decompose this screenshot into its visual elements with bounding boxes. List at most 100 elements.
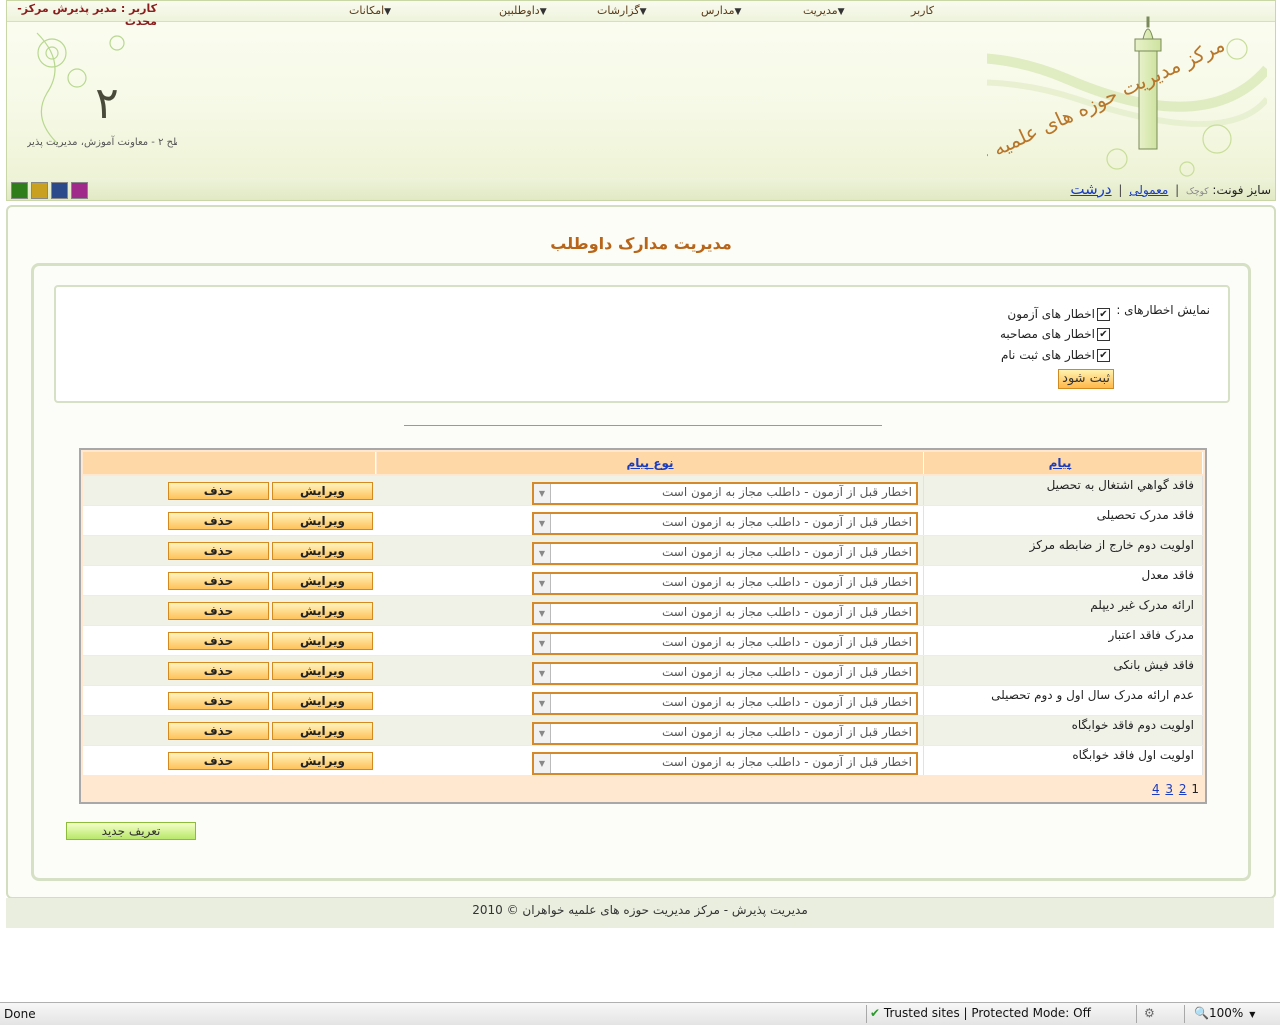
checkbox-checked-icon[interactable]: ✔ <box>1097 308 1110 321</box>
menu-management[interactable]: ▼مدیریت <box>803 4 849 17</box>
page-link-4[interactable]: 4 <box>1152 782 1160 796</box>
message-type-select[interactable]: اخطار قبل از آزمون - داطلب مجاز به ازمون… <box>532 752 918 775</box>
message-type-select[interactable]: اخطار قبل از آزمون - داطلب مجاز به ازمون… <box>532 632 918 655</box>
chevron-down-icon[interactable]: ▼ <box>534 634 551 653</box>
chevron-down-icon[interactable]: ▼ <box>534 754 551 773</box>
edit-button[interactable]: ویرایش <box>272 602 373 620</box>
menu-schools[interactable]: ▼مدارس <box>701 4 745 17</box>
message-type-cell: اخطار قبل از آزمون - داطلب مجاز به ازمون… <box>377 506 924 535</box>
chevron-down-icon[interactable]: ▼ <box>534 544 551 563</box>
checkbox-interview-warnings[interactable]: ✔اخطار های مصاحبه <box>1000 327 1110 341</box>
delete-button[interactable]: حذف <box>168 512 269 530</box>
subtitle-logo-text: سطح ۲ - معاونت آموزش، مدیریت پذیرش <box>27 135 177 148</box>
chevron-down-icon[interactable]: ▼ <box>534 664 551 683</box>
chevron-down-icon[interactable]: ▼ <box>534 514 551 533</box>
content-frame: نمایش اخطارهای : ✔اخطار های آزمون ✔اخطار… <box>31 263 1251 881</box>
edit-button[interactable]: ویرایش <box>272 572 373 590</box>
popup-blocker-icon[interactable]: ⚙ <box>1144 1006 1155 1020</box>
message-type-select[interactable]: اخطار قبل از آزمون - داطلب مجاز به ازمون… <box>532 692 918 715</box>
message-type-select[interactable]: اخطار قبل از آزمون - داطلب مجاز به ازمون… <box>532 482 918 505</box>
edit-button[interactable]: ویرایش <box>272 662 373 680</box>
page-title: مدیریت مدارک داوطلب <box>550 234 732 253</box>
delete-button[interactable]: حذف <box>168 602 269 620</box>
menu-label: گزارشات <box>597 4 640 17</box>
selected-value: اخطار قبل از آزمون - داطلب مجاز به ازمون… <box>662 635 912 649</box>
checkbox-checked-icon[interactable]: ✔ <box>1097 328 1110 341</box>
menu-tools[interactable]: ▼امکانات <box>349 4 395 17</box>
security-zone[interactable]: ✔ Trusted sites | Protected Mode: Off <box>870 1006 1091 1020</box>
page-current: 1 <box>1191 782 1199 796</box>
delete-button[interactable]: حذف <box>168 722 269 740</box>
message-name: فاقد فیش بانکی <box>1113 658 1194 672</box>
chevron-down-icon[interactable]: ▼ <box>534 604 551 623</box>
page-link-3[interactable]: 3 <box>1165 782 1173 796</box>
svg-text:٢: ٢ <box>95 78 119 129</box>
chevron-down-icon[interactable]: ▼ <box>534 574 551 593</box>
font-normal-link[interactable]: معمولی <box>1129 183 1168 197</box>
edit-button[interactable]: ویرایش <box>272 482 373 500</box>
submit-button[interactable]: ثبت شود <box>1058 369 1114 389</box>
menu-reports[interactable]: ▼گزارشات <box>597 4 651 17</box>
theme-swatch-purple[interactable] <box>71 182 88 199</box>
magnifier-icon: 🔍 <box>1194 1006 1209 1020</box>
delete-button[interactable]: حذف <box>168 692 269 710</box>
checkbox-exam-warnings[interactable]: ✔اخطار های آزمون <box>1007 307 1110 321</box>
edit-button[interactable]: ویرایش <box>272 752 373 770</box>
message-type-cell: اخطار قبل از آزمون - داطلب مجاز به ازمون… <box>377 536 924 565</box>
chevron-down-icon[interactable]: ▼ <box>534 484 551 503</box>
message-name: فاقد معدل <box>1141 568 1194 582</box>
footer: مدیریت پذیرش - مرکز مدیریت حوزه های علمی… <box>6 898 1274 928</box>
delete-button[interactable]: حذف <box>168 572 269 590</box>
filter-label: نمایش اخطارهای : <box>1116 303 1210 317</box>
zoom-control[interactable]: 🔍100% ▼ <box>1194 1006 1255 1020</box>
table-row: مدرک فاقد اعتبار اخطار قبل از آزمون - داط… <box>83 626 1203 655</box>
font-small-option[interactable]: کوچک <box>1186 187 1209 197</box>
chevron-down-icon: ▼ <box>837 7 845 17</box>
page-link-2[interactable]: 2 <box>1179 782 1187 796</box>
delete-button[interactable]: حذف <box>168 662 269 680</box>
checkbox-checked-icon[interactable]: ✔ <box>1097 349 1110 362</box>
message-type-select[interactable]: اخطار قبل از آزمون - داطلب مجاز به ازمون… <box>532 542 918 565</box>
message-name: اولویت دوم فاقد خوابگاه <box>1071 718 1194 732</box>
edit-button[interactable]: ویرایش <box>272 542 373 560</box>
warning-filter-box: نمایش اخطارهای : ✔اخطار های آزمون ✔اخطار… <box>54 285 1230 403</box>
message-name: ارائه مدرک غیر دیپلم <box>1090 598 1194 612</box>
menu-user[interactable]: کاربر <box>911 4 934 17</box>
theme-swatch-green[interactable] <box>11 182 28 199</box>
message-name: فاقد گواهي اشتغال به تحصيل <box>1046 478 1194 492</box>
message-type-cell: اخطار قبل از آزمون - داطلب مجاز به ازمون… <box>377 686 924 715</box>
table-row: ارائه مدرک غیر دیپلم اخطار قبل از آزمون -… <box>83 596 1203 625</box>
new-definition-button[interactable]: تعریف جدید <box>66 822 196 840</box>
theme-swatch-blue[interactable] <box>51 182 68 199</box>
edit-button[interactable]: ویرایش <box>272 692 373 710</box>
font-large-link[interactable]: درشت <box>1070 180 1111 198</box>
sort-by-name-link[interactable]: پیام <box>1049 456 1072 470</box>
delete-button[interactable]: حذف <box>168 542 269 560</box>
selected-value: اخطار قبل از آزمون - داطلب مجاز به ازمون… <box>662 695 912 709</box>
message-type-cell: اخطار قبل از آزمون - داطلب مجاز به ازمون… <box>377 716 924 745</box>
delete-button[interactable]: حذف <box>168 482 269 500</box>
delete-button[interactable]: حذف <box>168 632 269 650</box>
theme-swatch-gold[interactable] <box>31 182 48 199</box>
edit-button[interactable]: ویرایش <box>272 722 373 740</box>
message-type-cell: اخطار قبل از آزمون - داطلب مجاز به ازمون… <box>377 656 924 685</box>
edit-button[interactable]: ویرایش <box>272 632 373 650</box>
message-name: فاقد مدرک تحصیلی <box>1096 508 1194 522</box>
selected-value: اخطار قبل از آزمون - داطلب مجاز به ازمون… <box>662 485 912 499</box>
message-type-select[interactable]: اخطار قبل از آزمون - داطلب مجاز به ازمون… <box>532 722 918 745</box>
pager: 1 2 3 4 <box>1151 782 1199 796</box>
delete-button[interactable]: حذف <box>168 752 269 770</box>
sort-by-type-link[interactable]: نوع پیام <box>626 456 673 470</box>
message-type-select[interactable]: اخطار قبل از آزمون - داطلب مجاز به ازمون… <box>532 572 918 595</box>
zoom-level: 100% <box>1208 1006 1244 1020</box>
message-type-select[interactable]: اخطار قبل از آزمون - داطلب مجاز به ازمون… <box>532 512 918 535</box>
chevron-down-icon[interactable]: ▼ <box>534 724 551 743</box>
message-type-select[interactable]: اخطار قبل از آزمون - داطلب مجاز به ازمون… <box>532 662 918 685</box>
menu-applicants[interactable]: ▼داوطلبین <box>499 4 551 17</box>
menu-label: امکانات <box>349 4 385 17</box>
message-type-select[interactable]: اخطار قبل از آزمون - داطلب مجاز به ازمون… <box>532 602 918 625</box>
menu-label: مدیریت <box>803 4 838 17</box>
checkbox-registration-warnings[interactable]: ✔اخطار های ثبت نام <box>1001 348 1110 362</box>
chevron-down-icon[interactable]: ▼ <box>534 694 551 713</box>
edit-button[interactable]: ویرایش <box>272 512 373 530</box>
